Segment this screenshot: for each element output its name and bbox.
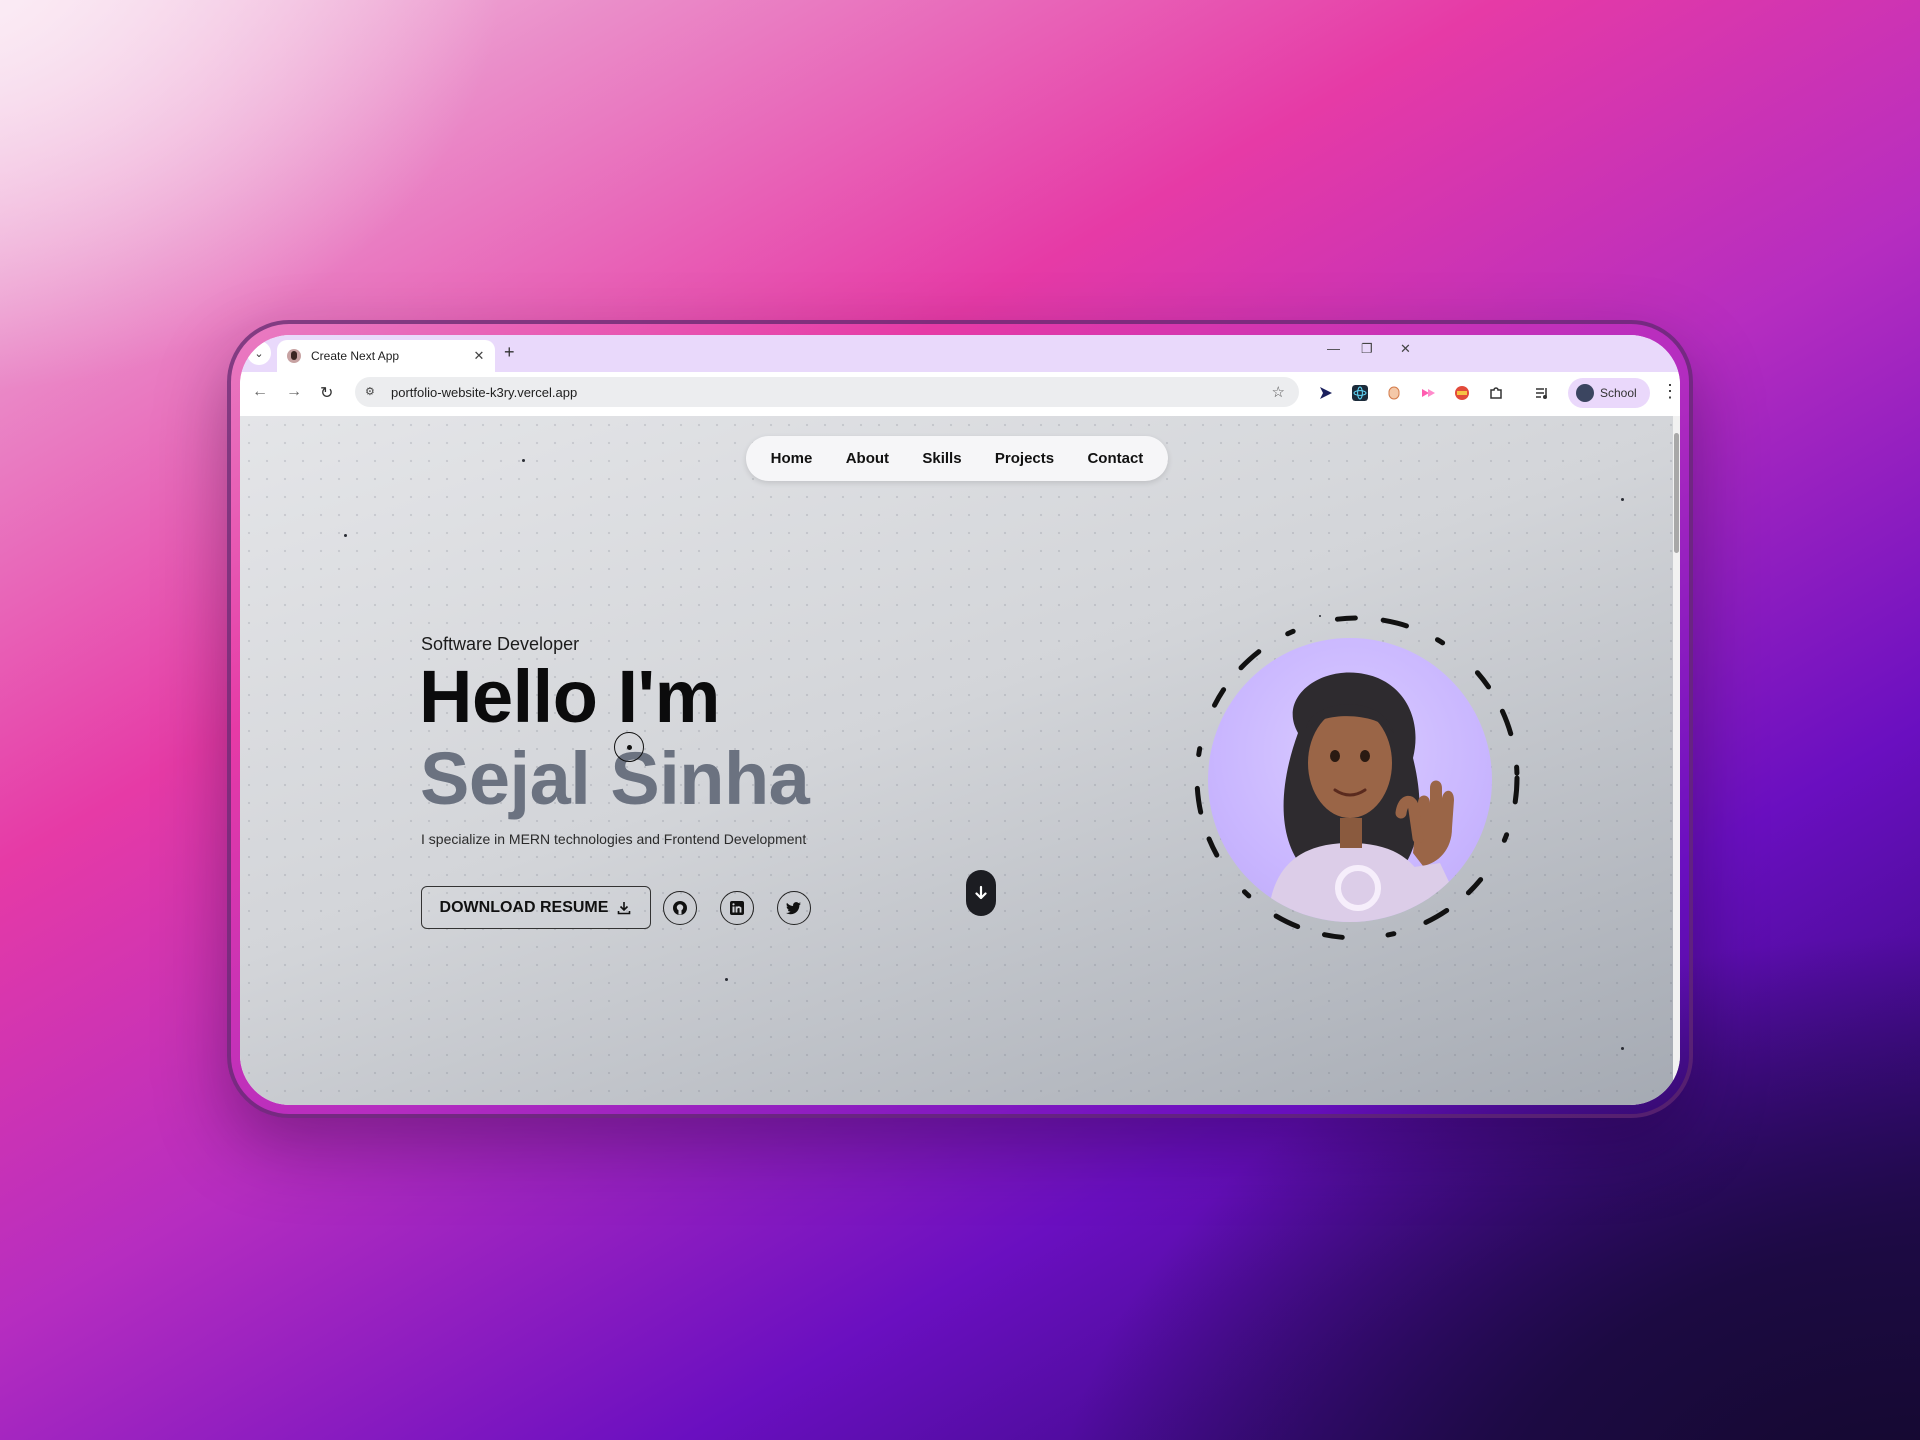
nav-about[interactable]: About	[838, 444, 897, 473]
site-info-icon[interactable]: ⚙	[365, 385, 381, 399]
url-text[interactable]: portfolio-website-k3ry.vercel.app	[391, 385, 1272, 400]
page-viewport: Home About Skills Projects Contact Softw…	[240, 416, 1673, 1105]
download-resume-button[interactable]: DOWNLOAD RESUME	[421, 886, 651, 929]
nav-home[interactable]: Home	[763, 444, 821, 473]
shield-extension-icon[interactable]	[1454, 385, 1470, 401]
new-tab-button[interactable]: +	[504, 342, 515, 363]
hero-tagline: I specialize in MERN technologies and Fr…	[421, 831, 807, 847]
profile-avatar-illustration	[1208, 638, 1492, 922]
background-speck	[344, 534, 347, 537]
twitter-icon	[786, 902, 801, 915]
forward-button[interactable]: →	[286, 383, 302, 401]
girl-waving-illustration	[1268, 672, 1468, 922]
reload-button[interactable]: ↻	[320, 383, 333, 403]
send-icon[interactable]	[1318, 385, 1334, 401]
favicon-icon	[287, 349, 301, 363]
puzzle-icon[interactable]	[1488, 385, 1504, 401]
back-button[interactable]: ←	[252, 383, 268, 401]
github-button[interactable]	[663, 891, 697, 925]
scrollbar-thumb[interactable]	[1674, 433, 1679, 553]
nav-contact[interactable]: Contact	[1079, 444, 1151, 473]
browser-menu-icon[interactable]: ⋮	[1661, 381, 1679, 402]
profile-label: School	[1600, 386, 1637, 400]
scroll-down-button[interactable]	[966, 870, 996, 916]
nav-projects[interactable]: Projects	[987, 444, 1062, 473]
twitter-button[interactable]	[777, 891, 811, 925]
browser-toolbar: ← → ↻ ⚙ portfolio-website-k3ry.vercel.ap…	[240, 372, 1680, 416]
background-speck	[1621, 1047, 1624, 1050]
github-icon	[673, 901, 687, 915]
download-icon	[618, 901, 631, 914]
resume-button-label: DOWNLOAD RESUME	[439, 898, 609, 916]
restore-button[interactable]: ❐	[1361, 341, 1373, 357]
background-speck	[522, 459, 525, 462]
main-nav: Home About Skills Projects Contact	[746, 436, 1168, 481]
bookmark-star-icon[interactable]: ☆	[1272, 383, 1285, 401]
lock-extension-icon[interactable]	[1386, 385, 1402, 401]
linkedin-icon	[730, 901, 744, 915]
page-scrollbar[interactable]	[1673, 416, 1680, 1105]
tab-close-icon[interactable]: ✕	[469, 348, 489, 364]
close-window-button[interactable]: ✕	[1400, 341, 1411, 357]
react-icon[interactable]	[1352, 385, 1368, 401]
address-bar[interactable]: ⚙ portfolio-website-k3ry.vercel.app ☆	[355, 377, 1299, 407]
tab-strip: ⌄ Create Next App ✕ + — ❐ ✕	[240, 335, 1680, 372]
nav-skills[interactable]: Skills	[914, 444, 969, 473]
profile-button[interactable]: School	[1568, 378, 1650, 408]
video-extension-icon[interactable]	[1420, 385, 1436, 401]
media-controls-icon[interactable]	[1534, 385, 1550, 401]
profile-avatar	[1576, 384, 1594, 402]
tab-title: Create Next App	[311, 349, 400, 363]
linkedin-button[interactable]	[720, 891, 754, 925]
active-tab[interactable]: Create Next App ✕	[277, 340, 495, 372]
background-speck	[725, 978, 728, 981]
custom-cursor	[614, 732, 644, 762]
browser-window: ⌄ Create Next App ✕ + — ❐ ✕ ← → ↻ ⚙ port…	[240, 335, 1680, 1105]
tab-search-button[interactable]: ⌄	[247, 341, 271, 365]
minimize-button[interactable]: —	[1327, 341, 1340, 356]
background-speck	[1621, 498, 1624, 501]
hero-greeting: Hello I'm	[419, 655, 720, 738]
hero-subtitle: Software Developer	[421, 634, 580, 654]
arrow-down-icon	[975, 885, 987, 900]
